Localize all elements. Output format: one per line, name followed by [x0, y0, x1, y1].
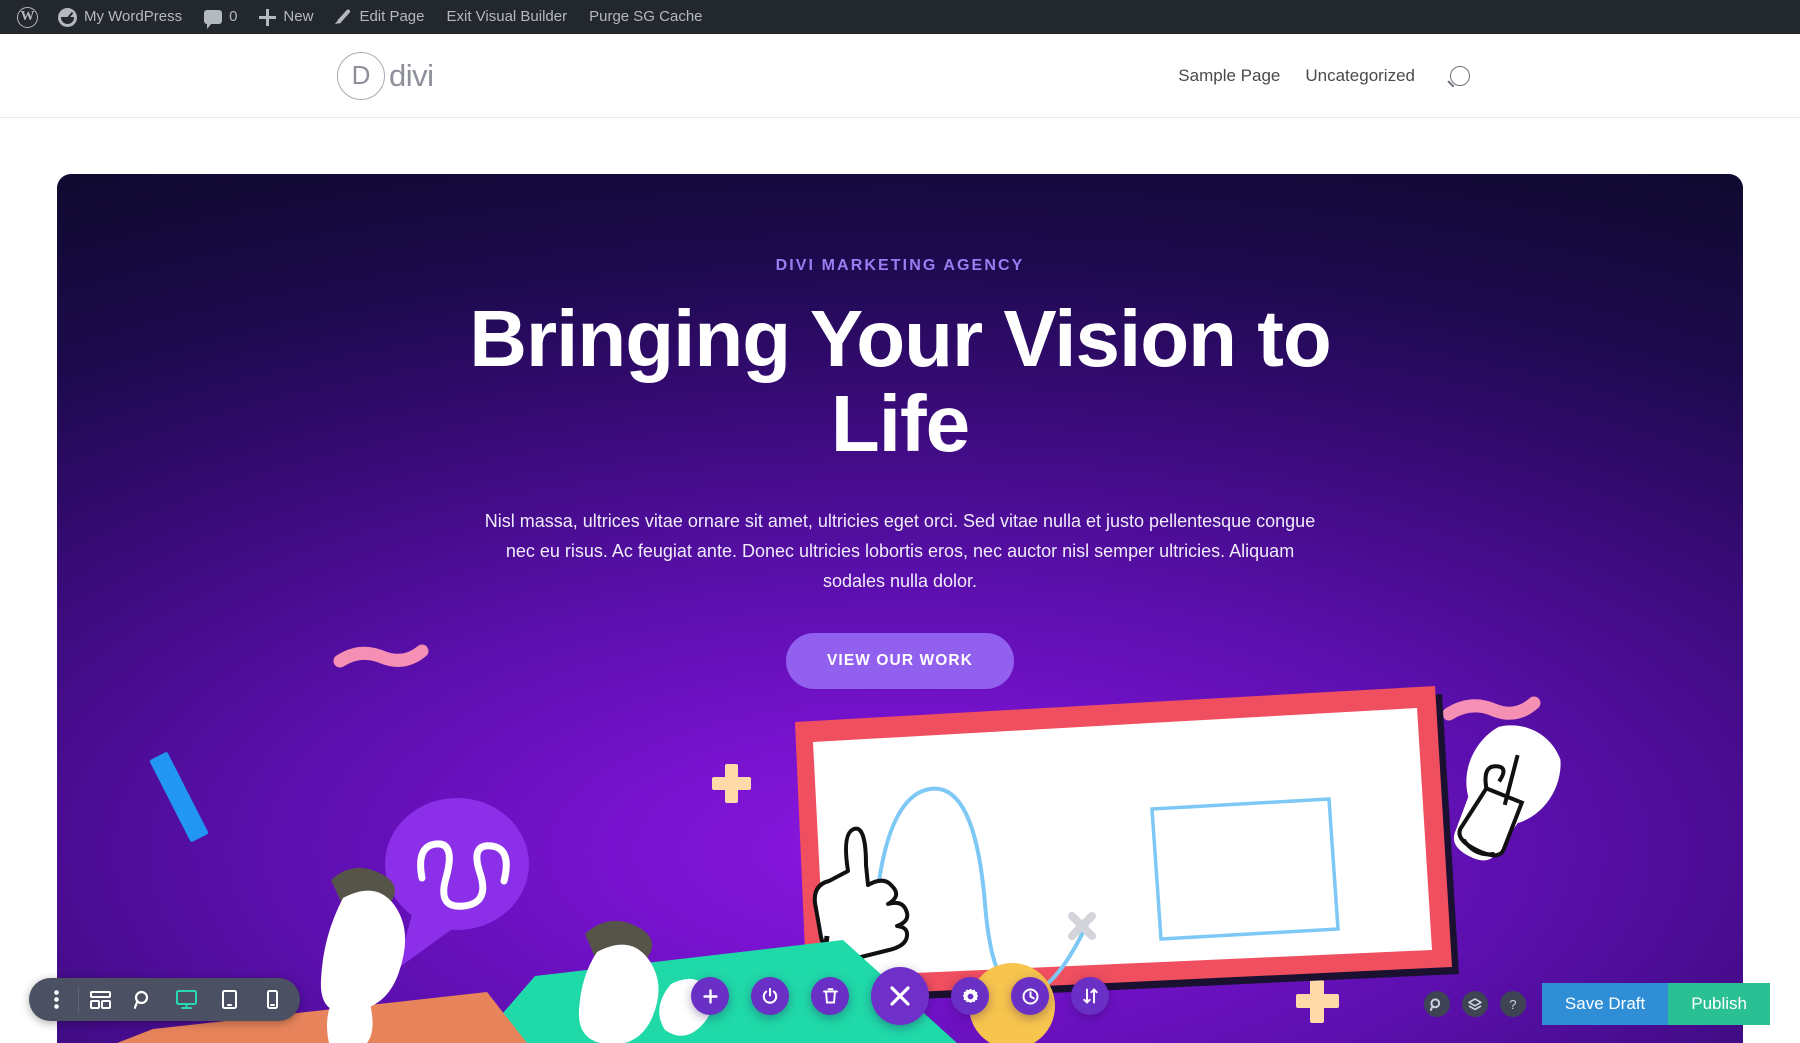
cream-plus-left	[712, 764, 751, 803]
zoom-out-glyph	[134, 990, 149, 1009]
admin-bar-site-name-label: My WordPress	[84, 8, 183, 25]
wireframe-icon[interactable]	[79, 978, 122, 1021]
layers-icon[interactable]	[1461, 991, 1488, 1017]
hero-content: DIVI MARKETING AGENCY Bringing Your Visi…	[57, 174, 1743, 689]
nav-item-sample-page[interactable]: Sample Page	[1178, 66, 1280, 86]
cream-plus-right	[1296, 980, 1339, 1023]
divi-logo-icon: D	[337, 51, 385, 100]
plus-icon	[259, 8, 277, 26]
trash-icon[interactable]	[811, 977, 849, 1015]
tablet-glyph	[222, 990, 237, 1009]
dashboard-gauge-icon	[58, 7, 77, 27]
admin-bar-comments[interactable]: 0	[193, 0, 248, 34]
more-options-glyph	[54, 990, 59, 1009]
comment-bubble-icon	[204, 10, 223, 29]
hero-section: DIVI MARKETING AGENCY Bringing Your Visi…	[57, 174, 1743, 1043]
admin-bar-exit-visual-builder[interactable]: Exit Visual Builder	[435, 0, 578, 34]
hero-title: Bringing Your Vision to Life	[469, 294, 1331, 468]
admin-bar-edit-page[interactable]: Edit Page	[324, 0, 435, 34]
admin-bar-purge-sg-cache[interactable]: Purge SG Cache	[578, 0, 713, 34]
admin-bar-site-name[interactable]: My WordPress	[47, 0, 193, 34]
search-icon[interactable]	[1423, 991, 1450, 1017]
speech-bubble-shape	[385, 798, 529, 969]
sort-arrows-glyph	[1082, 988, 1098, 1004]
hero-cta-wrapper: VIEW OUR WORK	[57, 632, 1743, 689]
phone-icon[interactable]	[251, 978, 294, 1021]
wp-admin-bar: W My WordPress 0 New Edit Page Exit Visu…	[0, 0, 1800, 34]
settings-gear-icon[interactable]	[951, 977, 989, 1015]
power-toggle-glyph	[762, 988, 778, 1004]
wordpress-logo-icon: W	[17, 6, 38, 28]
save-draft-button[interactable]: Save Draft	[1541, 983, 1669, 1025]
add-section-icon[interactable]	[691, 977, 729, 1015]
admin-bar-new-label: New	[283, 8, 314, 25]
help-icon[interactable]: ?	[1499, 991, 1526, 1017]
close-menu-icon[interactable]	[871, 967, 929, 1025]
nav-item-uncategorized[interactable]: Uncategorized	[1305, 66, 1415, 86]
builder-center-toolbar	[691, 967, 1109, 1025]
trash-glyph	[822, 988, 838, 1004]
search-glyph	[1430, 997, 1441, 1011]
admin-bar-edit-page-label: Edit Page	[359, 8, 425, 25]
publish-button[interactable]: Publish	[1668, 983, 1770, 1025]
desktop-glyph	[176, 990, 197, 1009]
hero-eyebrow: DIVI MARKETING AGENCY	[775, 257, 1025, 274]
builder-left-toolbar	[29, 978, 300, 1021]
power-toggle-icon[interactable]	[751, 977, 789, 1015]
settings-gear-glyph	[962, 988, 978, 1003]
tablet-icon[interactable]	[208, 978, 251, 1021]
layers-glyph	[1468, 997, 1482, 1010]
history-clock-icon[interactable]	[1011, 977, 1049, 1015]
desktop-icon[interactable]	[165, 978, 208, 1021]
whiteboard-shape	[795, 686, 1459, 1004]
admin-bar-new[interactable]: New	[248, 0, 324, 34]
admin-bar-purge-sg-cache-label: Purge SG Cache	[589, 8, 703, 25]
view-our-work-button[interactable]: VIEW OUR WORK	[785, 632, 1015, 689]
hero-paragraph: Nisl massa, ultrices vitae ornare sit am…	[484, 510, 1316, 591]
site-logo-text: divi	[389, 57, 434, 93]
history-clock-glyph	[1022, 988, 1038, 1004]
builder-action-buttons: Save Draft Publish	[1541, 983, 1770, 1025]
sort-arrows-icon[interactable]	[1071, 977, 1109, 1015]
pink-squiggle-right	[1442, 696, 1541, 721]
admin-bar-exit-visual-builder-label: Exit Visual Builder	[446, 8, 568, 25]
admin-bar-comment-count: 0	[229, 8, 238, 25]
more-options-icon[interactable]	[35, 978, 78, 1021]
search-icon[interactable]	[1450, 65, 1470, 86]
zoom-out-icon[interactable]	[122, 978, 165, 1021]
blue-bar-shape	[149, 752, 209, 842]
close-menu-glyph	[890, 986, 910, 1006]
admin-bar-wp-logo[interactable]: W	[8, 0, 47, 34]
wireframe-glyph	[90, 990, 111, 1009]
add-section-glyph	[702, 988, 718, 1004]
primary-navigation: Sample Page Uncategorized	[1178, 65, 1470, 86]
pencil-icon	[335, 9, 352, 26]
site-logo[interactable]: D divi	[337, 51, 434, 100]
phone-glyph	[267, 990, 278, 1009]
builder-right-toolbar: ? Save Draft Publish	[1423, 983, 1770, 1025]
site-header: D divi Sample Page Uncategorized	[0, 34, 1800, 118]
